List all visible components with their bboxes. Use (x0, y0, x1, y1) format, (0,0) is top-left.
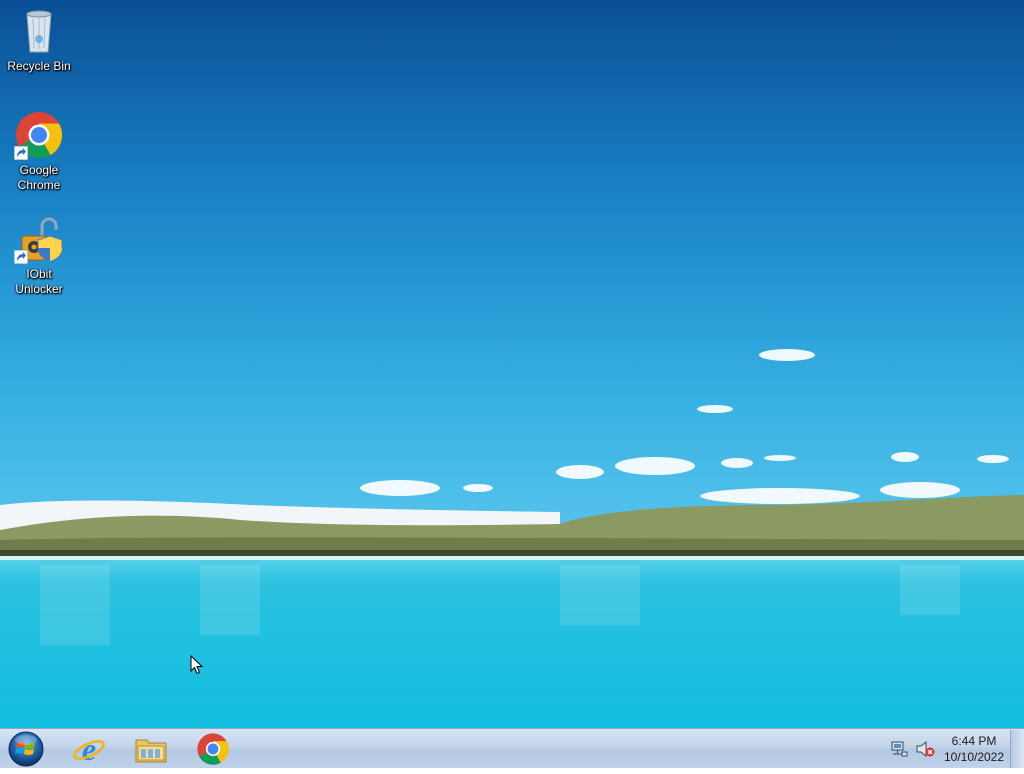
desktop-icon-label: Recycle Bin (7, 59, 71, 73)
mouse-cursor-icon (190, 655, 204, 675)
chrome-icon (197, 733, 229, 765)
shortcut-arrow-icon (14, 146, 28, 160)
show-desktop-button[interactable] (1010, 730, 1024, 768)
file-explorer-icon (135, 739, 167, 763)
desktop-icon-google-chrome[interactable]: Google Chrome (4, 110, 74, 193)
clock[interactable]: 6:44 PM 10/10/2022 (938, 733, 1010, 765)
volume-muted-icon[interactable] (915, 740, 935, 758)
taskbar-item-windows-explorer[interactable] (122, 730, 180, 768)
start-button[interactable] (4, 729, 48, 769)
windows-start-icon (8, 731, 44, 767)
clock-date: 10/10/2022 (943, 750, 1005, 764)
wallpaper (0, 0, 1024, 728)
internet-explorer-icon: e (73, 732, 105, 766)
desktop-icon-recycle-bin[interactable]: Recycle Bin (4, 6, 74, 74)
taskbar-item-internet-explorer[interactable]: e (60, 730, 118, 768)
shortcut-arrow-icon (14, 250, 28, 264)
desktop[interactable]: Recycle Bin Google Chrome IObit Unlocker (0, 0, 1024, 728)
clock-time: 6:44 PM (951, 734, 997, 748)
desktop-icon-label: IObit Unlocker (15, 267, 63, 296)
taskbar-item-google-chrome[interactable] (184, 730, 242, 768)
desktop-icon-iobit-unlocker[interactable]: IObit Unlocker (4, 214, 74, 297)
svg-text:e: e (82, 732, 96, 766)
desktop-icon-label: Google Chrome (17, 163, 61, 192)
taskbar: e 6:44 PM 10/10/2022 (0, 728, 1024, 768)
iobit-unlocker-icon (14, 214, 64, 264)
recycle-bin-icon (14, 6, 64, 56)
chrome-icon (14, 110, 64, 160)
network-icon[interactable] (890, 740, 908, 758)
